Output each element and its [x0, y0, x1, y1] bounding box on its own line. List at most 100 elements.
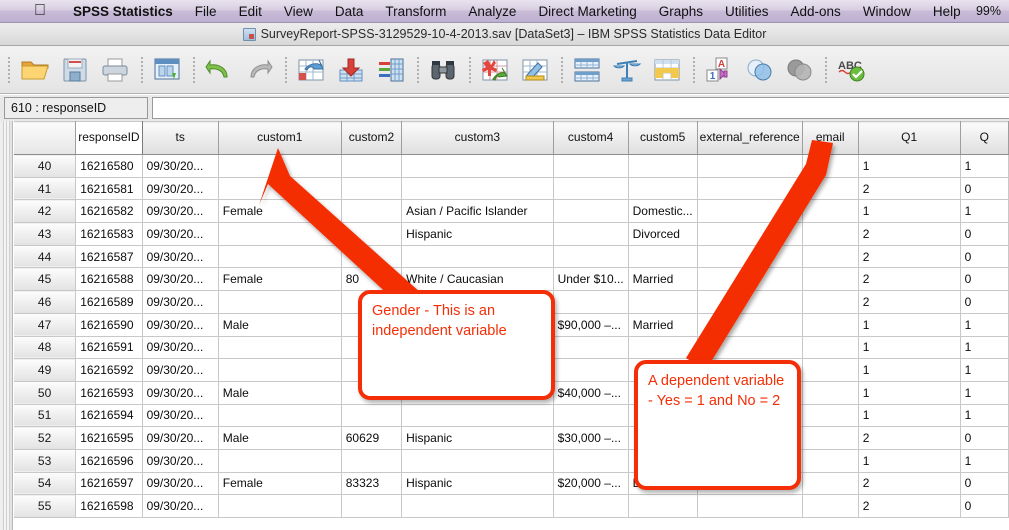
cell-custom1[interactable] [218, 245, 342, 269]
cell-custom3[interactable]: Hispanic [401, 472, 554, 496]
cell-custom1[interactable] [218, 177, 342, 201]
cell-custom2[interactable] [341, 404, 403, 428]
cell-custom4[interactable]: $90,000 –... [553, 313, 629, 337]
cell-Q2[interactable]: 1 [960, 358, 1009, 382]
cell-custom2[interactable]: 80 [341, 267, 403, 292]
menu-item-spss-statistics[interactable]: SPSS Statistics [62, 0, 184, 23]
cell-email[interactable] [802, 472, 859, 496]
cell-custom5[interactable] [628, 245, 698, 269]
cell-Q2[interactable]: 0 [960, 267, 1009, 292]
cell-external[interactable] [697, 154, 803, 178]
cell-responseID[interactable]: 16216595 [75, 426, 143, 450]
cell-custom2[interactable] [341, 494, 403, 518]
cell-ts[interactable]: 09/30/20... [142, 177, 219, 201]
cell-custom2[interactable]: 60629 [341, 426, 403, 450]
cell-Q2[interactable]: 1 [960, 199, 1009, 224]
cell-custom4[interactable]: $30,000 –... [553, 426, 629, 450]
cell-ts[interactable]: 09/30/20... [142, 472, 219, 496]
battery-percentage[interactable]: 99% [976, 4, 1005, 18]
show-all-variables-icon[interactable] [780, 51, 818, 89]
insert-variable-icon[interactable] [516, 51, 554, 89]
cell-responseID[interactable]: 16216593 [75, 381, 143, 405]
split-file-icon[interactable] [568, 51, 606, 89]
value-labels-icon[interactable]: A 1 [700, 51, 738, 89]
cell-Q1[interactable]: 2 [858, 426, 961, 450]
cell-ts[interactable]: 09/30/20... [142, 199, 219, 224]
menu-item-graphs[interactable]: Graphs [648, 0, 714, 23]
cell-email[interactable] [802, 381, 859, 405]
cell-email[interactable] [802, 358, 859, 382]
cell-ts[interactable]: 09/30/20... [142, 313, 219, 337]
cell-Q1[interactable]: 1 [858, 358, 961, 382]
cell-ts[interactable]: 09/30/20... [142, 404, 219, 428]
cell-custom3[interactable] [401, 404, 554, 428]
cell-responseID[interactable]: 16216592 [75, 358, 143, 382]
cell-ts[interactable]: 09/30/20... [142, 494, 219, 518]
annotation-callout-gender[interactable]: Gender - This is an independent variable [358, 290, 555, 400]
cell-custom1[interactable] [218, 358, 342, 382]
cell-Q1[interactable]: 2 [858, 222, 961, 246]
cell-custom3[interactable] [401, 494, 554, 518]
cell-Q1[interactable]: 2 [858, 290, 961, 314]
cell-custom3[interactable] [401, 177, 554, 201]
cell-custom3[interactable] [401, 449, 554, 473]
cell-Q1[interactable]: 2 [858, 245, 961, 269]
cell-custom2[interactable] [341, 154, 403, 178]
cell-ts[interactable]: 09/30/20... [142, 245, 219, 269]
cell-custom4[interactable]: $40,000 –... [553, 381, 629, 405]
cell-Q1[interactable]: 1 [858, 449, 961, 473]
cell-responseID[interactable]: 16216580 [75, 154, 143, 178]
menu-item-help[interactable]: Help [922, 0, 972, 23]
undo-icon[interactable] [200, 51, 238, 89]
vertical-scrollbar[interactable] [0, 121, 13, 530]
cell-responseID[interactable]: 16216597 [75, 472, 143, 496]
cell-Q2[interactable]: 1 [960, 336, 1009, 360]
cell-custom1[interactable]: Female [218, 267, 342, 292]
cell-Q2[interactable]: 0 [960, 222, 1009, 246]
cell-external[interactable] [697, 313, 803, 337]
cell-custom1[interactable] [218, 404, 342, 428]
cell-email[interactable] [802, 290, 859, 314]
insert-case-icon[interactable] [476, 51, 514, 89]
cell-Q2[interactable]: 1 [960, 404, 1009, 428]
menu-item-transform[interactable]: Transform [374, 0, 457, 23]
cell-custom4[interactable] [553, 494, 629, 518]
menu-item-direct-marketing[interactable]: Direct Marketing [527, 0, 647, 23]
annotation-callout-dependent[interactable]: A dependent variable - Yes = 1 and No = … [634, 360, 801, 490]
cell-Q1[interactable]: 2 [858, 267, 961, 292]
cell-external[interactable] [697, 222, 803, 246]
cell-custom4[interactable]: Under $10... [553, 267, 629, 292]
cell-responseID[interactable]: 16216596 [75, 449, 143, 473]
cell-Q1[interactable]: 2 [858, 472, 961, 496]
cell-value-input[interactable] [152, 97, 1009, 119]
cell-Q1[interactable]: 1 [858, 381, 961, 405]
column-header-custom2[interactable]: custom2 [341, 121, 403, 155]
cell-Q2[interactable]: 0 [960, 290, 1009, 314]
menu-item-utilities[interactable]: Utilities [714, 0, 780, 23]
menu-item-data[interactable]: Data [324, 0, 375, 23]
cell-Q1[interactable]: 1 [858, 404, 961, 428]
cell-email[interactable] [802, 222, 859, 246]
cell-custom4[interactable] [553, 245, 629, 269]
cell-Q2[interactable]: 0 [960, 426, 1009, 450]
cell-custom1[interactable] [218, 449, 342, 473]
cell-custom4[interactable] [553, 154, 629, 178]
column-header-Q2[interactable]: Q [960, 121, 1009, 155]
cell-custom1[interactable]: Male [218, 381, 342, 405]
cell-Q1[interactable]: 1 [858, 199, 961, 224]
cell-custom1[interactable]: Male [218, 426, 342, 450]
redo-icon[interactable] [240, 51, 278, 89]
select-cases-icon[interactable] [648, 51, 686, 89]
cell-custom5[interactable] [628, 494, 698, 518]
cell-custom5[interactable] [628, 336, 698, 360]
cell-external[interactable] [697, 494, 803, 518]
variables-icon[interactable] [372, 51, 410, 89]
cell-custom3[interactable]: Asian / Pacific Islander [401, 199, 554, 224]
cell-custom4[interactable] [553, 404, 629, 428]
cell-external[interactable] [697, 199, 803, 224]
menu-item-analyze[interactable]: Analyze [457, 0, 527, 23]
cell-responseID[interactable]: 16216590 [75, 313, 143, 337]
cell-custom3[interactable]: Hispanic [401, 426, 554, 450]
cell-responseID[interactable]: 16216598 [75, 494, 143, 518]
cell-Q2[interactable]: 1 [960, 154, 1009, 178]
